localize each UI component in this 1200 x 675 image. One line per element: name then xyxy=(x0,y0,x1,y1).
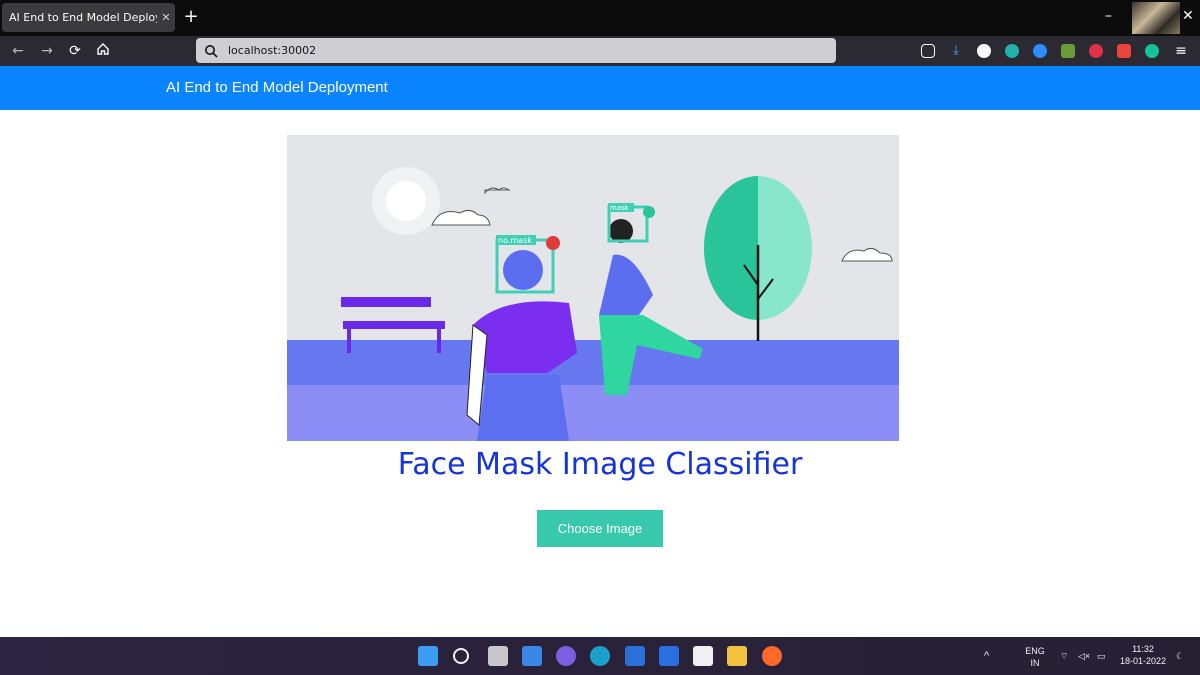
back-arrow-icon[interactable]: ← xyxy=(9,42,27,60)
start-icon[interactable] xyxy=(418,646,438,666)
minimize-button[interactable]: – xyxy=(1105,8,1112,24)
dropbox-icon[interactable] xyxy=(659,646,679,666)
file-explorer-icon[interactable] xyxy=(727,646,747,666)
menu-icon[interactable]: ≡ xyxy=(1174,44,1188,58)
battery-icon[interactable]: ▭ xyxy=(1097,650,1106,662)
clock[interactable]: 11:32 18-01-2022 xyxy=(1118,643,1168,667)
edge-icon[interactable] xyxy=(590,646,610,666)
tab-active[interactable]: AI End to End Model Deployment ✕ xyxy=(2,3,175,32)
extension-youtube-icon[interactable] xyxy=(1117,44,1131,58)
clock-time: 11:32 xyxy=(1132,644,1154,654)
app-header: AI End to End Model Deployment xyxy=(0,66,1200,110)
url-text: localhost:30002 xyxy=(228,44,317,57)
download-icon[interactable]: ⤓ xyxy=(949,44,963,58)
amazon-icon[interactable] xyxy=(693,646,713,666)
clock-date: 18-01-2022 xyxy=(1119,656,1167,666)
extension-badge-icon[interactable] xyxy=(1061,44,1075,58)
new-tab-button[interactable]: + xyxy=(181,6,201,28)
pocket-icon[interactable] xyxy=(921,44,935,58)
focus-assist-icon[interactable]: ☾ xyxy=(1176,650,1184,662)
page-title: Face Mask Image Classifier xyxy=(397,447,803,482)
wifi-icon[interactable]: ⌔ xyxy=(1060,650,1068,662)
reload-icon[interactable]: ⟳ xyxy=(66,42,84,60)
tray-chevron-icon[interactable]: ^ xyxy=(984,650,989,662)
volume-muted-icon[interactable]: ◁× xyxy=(1078,650,1090,662)
chat-icon[interactable] xyxy=(556,646,576,666)
close-window-button[interactable]: ✕ xyxy=(1182,8,1194,24)
mask-label: mask xyxy=(610,204,630,212)
forward-arrow-icon[interactable]: → xyxy=(38,42,56,60)
hero-illustration: no.mask mask xyxy=(287,135,899,441)
widgets-icon[interactable] xyxy=(522,646,542,666)
browser-tab-strip: AI End to End Model Deployment ✕ + – ✕ xyxy=(0,0,1200,36)
tab-close-icon[interactable]: ✕ xyxy=(157,11,175,24)
search-icon xyxy=(205,44,218,58)
tab-title: AI End to End Model Deployment xyxy=(9,11,157,24)
mail-icon[interactable] xyxy=(625,646,645,666)
grammarly-icon[interactable] xyxy=(1145,44,1159,58)
zoom-extension-icon[interactable] xyxy=(1033,44,1047,58)
language-top: ENG xyxy=(1025,646,1045,656)
extension-a-icon[interactable] xyxy=(977,44,991,58)
app-brand[interactable]: AI End to End Model Deployment xyxy=(166,79,388,96)
profile-avatar xyxy=(1132,2,1180,34)
extension-amazon-icon[interactable] xyxy=(1005,44,1019,58)
address-bar[interactable]: localhost:30002 xyxy=(196,38,836,63)
no-mask-label: no.mask xyxy=(498,236,532,245)
adblock-plus-icon[interactable] xyxy=(1089,44,1103,58)
search-icon[interactable] xyxy=(453,648,469,664)
browser-nav-bar: ← → ⟳ localhost:30002 ⤓ ≡ xyxy=(0,36,1200,66)
home-icon[interactable] xyxy=(94,42,112,60)
language-indicator[interactable]: ENG IN xyxy=(1022,645,1048,669)
task-view-icon[interactable] xyxy=(488,646,508,666)
language-bottom: IN xyxy=(1030,658,1040,668)
firefox-icon[interactable] xyxy=(762,646,782,666)
choose-image-button[interactable]: Choose Image xyxy=(537,510,663,547)
os-taskbar: ^ ENG IN ⌔ ◁× ▭ 11:32 18-01-2022 ☾ xyxy=(0,637,1200,675)
